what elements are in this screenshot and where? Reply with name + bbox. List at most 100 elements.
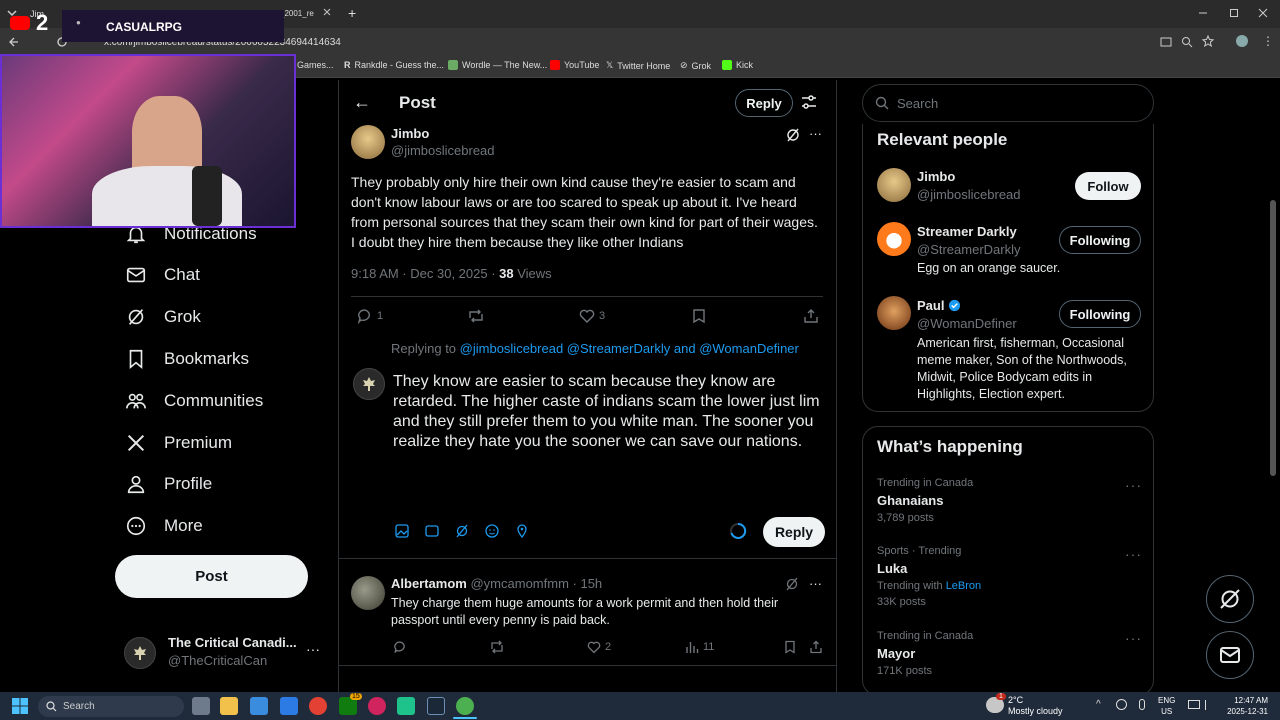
media-icon[interactable]: [395, 524, 409, 538]
file-explorer-icon[interactable]: [220, 697, 238, 715]
browser-active-icon[interactable]: [456, 697, 474, 715]
trend-item[interactable]: Sports · Trending Luka Trending with LeB…: [877, 545, 1141, 608]
bookmark-item[interactable]: R Rankdle - Guess the...: [344, 60, 444, 70]
trend-with-link[interactable]: LeBron: [946, 580, 981, 592]
bookmark-icon[interactable]: [691, 308, 707, 324]
reply-author-avatar[interactable]: [351, 576, 385, 610]
tweet-time[interactable]: 9:18 AM · Dec 30, 2025 ·: [351, 266, 499, 281]
network-icon[interactable]: [1188, 700, 1200, 709]
task-view-icon[interactable]: [192, 697, 210, 715]
reply-time[interactable]: · 15h: [569, 576, 603, 591]
avatar[interactable]: [877, 222, 911, 256]
zoom-icon[interactable]: [1181, 36, 1193, 48]
follow-button[interactable]: Follow: [1075, 172, 1141, 200]
reply-author-handle[interactable]: @ymcamomfmm: [470, 576, 568, 591]
app-icon[interactable]: [397, 697, 415, 715]
trend-item[interactable]: Trending in Canada Mayor 171K posts: [877, 630, 1141, 677]
grok-explain-icon[interactable]: [785, 127, 801, 143]
trend-more-icon[interactable]: ···: [1125, 477, 1142, 493]
tab-close-icon[interactable]: [322, 7, 332, 17]
tab-title-fragment[interactable]: _2001_re: [280, 9, 314, 18]
post-button[interactable]: Post: [115, 555, 308, 598]
sidebar-item-chat[interactable]: Chat: [124, 261, 200, 289]
tray-chevron-icon[interactable]: ^: [1096, 699, 1101, 710]
bookmark-item[interactable]: 𝕏 Twitter Home: [606, 60, 670, 71]
bookmark-item[interactable]: YouTube: [550, 60, 599, 70]
grok-explain-icon[interactable]: [785, 577, 799, 591]
tweet-author-handle[interactable]: @jimboslicebread: [391, 143, 495, 158]
gif-icon[interactable]: [425, 524, 439, 538]
volume-icon[interactable]: [1205, 700, 1215, 710]
person-handle[interactable]: @jimboslicebread: [917, 187, 1021, 202]
close-window-icon[interactable]: [1258, 8, 1268, 18]
new-tab-button[interactable]: +: [348, 5, 356, 21]
bookmark-icon[interactable]: [783, 640, 797, 654]
back-button[interactable]: ←: [353, 92, 371, 113]
mail-app-icon[interactable]: [280, 697, 298, 715]
reply-action[interactable]: 1: [357, 308, 383, 324]
sidebar-item-grok[interactable]: Grok: [124, 303, 201, 331]
filter-sliders-icon[interactable]: [801, 94, 817, 110]
windows-start-icon[interactable]: [12, 698, 28, 714]
sidebar-item-bookmarks[interactable]: Bookmarks: [124, 345, 249, 373]
submit-reply-button[interactable]: Reply: [763, 517, 825, 547]
profile-avatar[interactable]: [1236, 35, 1248, 47]
store-icon[interactable]: [250, 697, 268, 715]
share-icon[interactable]: [809, 640, 823, 654]
search-input[interactable]: Search: [862, 84, 1154, 122]
trend-more-icon[interactable]: ···: [1125, 546, 1142, 562]
page-scrollbar[interactable]: [1270, 200, 1276, 476]
reply-icon[interactable]: [393, 640, 407, 654]
like-action[interactable]: 2: [587, 640, 611, 654]
emoji-icon[interactable]: [485, 524, 499, 538]
share-icon[interactable]: [803, 308, 819, 324]
following-button[interactable]: Following: [1059, 300, 1141, 328]
browser-menu-icon[interactable]: ⋮: [1262, 34, 1274, 48]
person-handle[interactable]: @WomanDefiner: [917, 316, 1017, 331]
header-reply-button[interactable]: Reply: [735, 89, 793, 117]
grok-compose-icon[interactable]: [455, 524, 469, 538]
following-button[interactable]: Following: [1059, 226, 1141, 254]
avatar[interactable]: [877, 296, 911, 330]
account-more-icon[interactable]: ···: [306, 641, 320, 657]
reply-more-icon[interactable]: ···: [809, 576, 822, 591]
steam-icon[interactable]: [427, 697, 445, 715]
trend-more-icon[interactable]: ···: [1125, 630, 1142, 646]
person-handle[interactable]: @StreamerDarkly: [917, 242, 1021, 257]
avatar[interactable]: [877, 168, 911, 202]
reply-author-name[interactable]: Albertamom: [391, 576, 467, 591]
messages-floating-button[interactable]: [1206, 631, 1254, 679]
taskbar-search[interactable]: Search: [38, 696, 184, 717]
bookmark-item[interactable]: Wordle — The New...: [448, 60, 547, 70]
chrome-icon[interactable]: [309, 697, 327, 715]
bookmark-star-icon[interactable]: [1202, 35, 1214, 47]
person-name[interactable]: Streamer Darkly: [917, 224, 1017, 239]
clock[interactable]: 12:47 AM 2025-12-31: [1218, 695, 1268, 717]
minimize-icon[interactable]: [1198, 8, 1208, 18]
trend-item[interactable]: Trending in Canada Ghanaians 3,789 posts: [877, 477, 1141, 524]
repost-icon[interactable]: [489, 640, 505, 654]
replying-to-last[interactable]: @WomanDefiner: [699, 341, 799, 356]
like-action[interactable]: 3: [579, 308, 605, 324]
views-action[interactable]: 11: [685, 640, 714, 654]
tweet-author-name[interactable]: Jimbo: [391, 126, 429, 141]
bookmark-item[interactable]: ⊘ Grok: [680, 60, 711, 71]
install-app-icon[interactable]: [1160, 36, 1172, 48]
bookmark-item[interactable]: Kick: [722, 60, 753, 70]
tweet-author-avatar[interactable]: [351, 125, 385, 159]
person-name-row[interactable]: Paul: [917, 298, 961, 313]
weather[interactable]: 2°C Mostly cloudy: [1008, 695, 1063, 717]
location-icon[interactable]: [515, 524, 529, 538]
sidebar-item-profile[interactable]: Profile: [124, 470, 212, 498]
sidebar-item-communities[interactable]: Communities: [124, 387, 263, 415]
app-icon[interactable]: [368, 697, 386, 715]
account-switcher[interactable]: The Critical Canadi... @TheCriticalCan ·…: [124, 635, 324, 671]
sidebar-item-more[interactable]: More: [124, 512, 203, 540]
person-name[interactable]: Jimbo: [917, 169, 955, 184]
tweet-more-icon[interactable]: ···: [809, 126, 822, 141]
grok-floating-button[interactable]: [1206, 575, 1254, 623]
language-indicator[interactable]: ENG US: [1158, 695, 1175, 717]
tray-app-icon[interactable]: [1116, 699, 1127, 710]
maximize-icon[interactable]: [1229, 8, 1239, 18]
reply-textarea[interactable]: They know are easier to scam because the…: [393, 372, 827, 452]
